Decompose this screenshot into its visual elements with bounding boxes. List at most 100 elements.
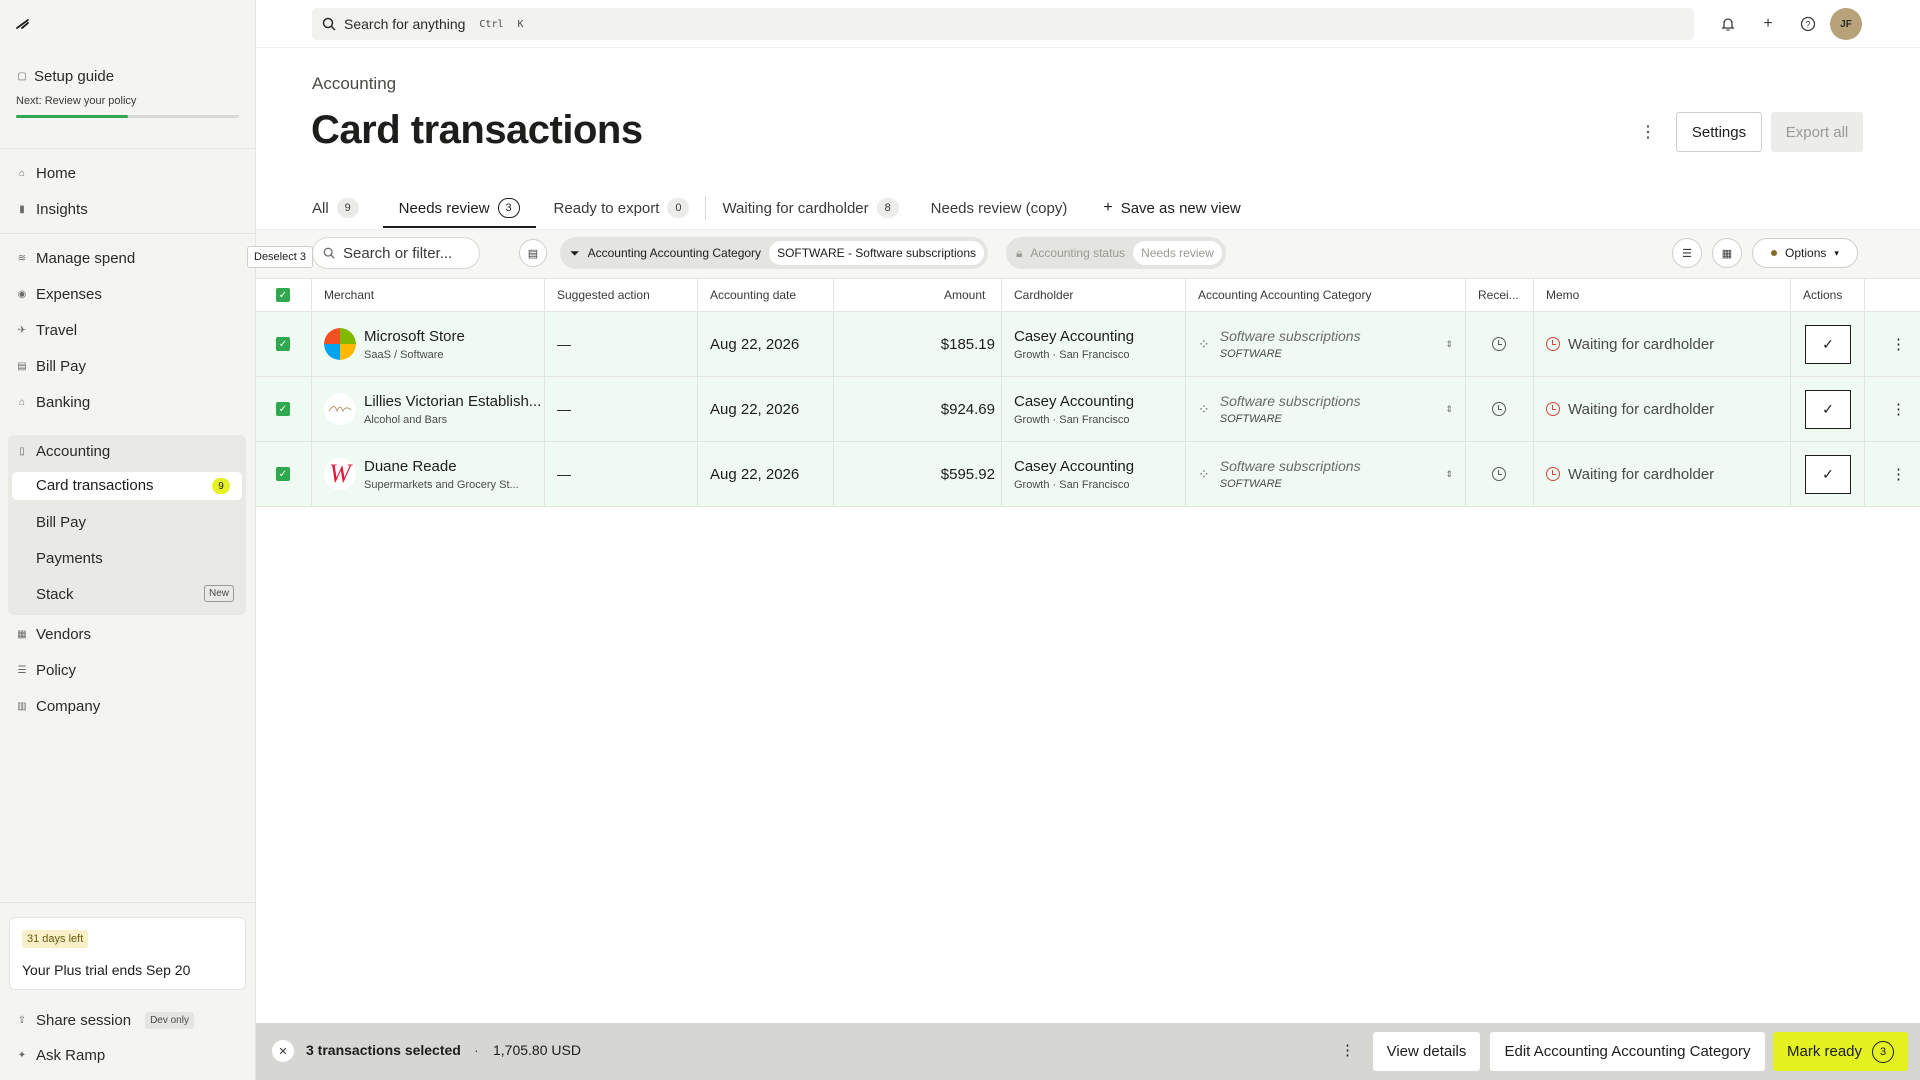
filter-search-input[interactable] bbox=[343, 244, 473, 262]
sidebar-item-policy[interactable]: ☰ Policy bbox=[16, 658, 77, 682]
tab-waiting-for-cardholder[interactable]: Waiting for cardholder 8 bbox=[722, 186, 899, 230]
row-checkbox[interactable]: ✓ bbox=[276, 442, 290, 506]
sidebar-item-home[interactable]: ⌂ Home bbox=[16, 161, 76, 185]
category-name: Software subscriptions bbox=[1219, 328, 1361, 344]
share-icon: ⇪ bbox=[17, 1014, 27, 1026]
row-more-icon[interactable]: ⋮ bbox=[1891, 442, 1906, 506]
tab-all[interactable]: All 9 bbox=[312, 186, 359, 230]
selection-action-bar: ✕ 3 transactions selected · 1,705.80 USD… bbox=[256, 1023, 1920, 1080]
cardholder-cell: Casey Accounting Growth · San Francisco bbox=[1014, 442, 1134, 506]
filter-search[interactable] bbox=[312, 237, 480, 269]
tab-needs-review[interactable]: Needs review 3 bbox=[382, 186, 536, 230]
plus-icon: + bbox=[1103, 199, 1113, 216]
row-more-icon[interactable]: ⋮ bbox=[1891, 377, 1906, 441]
tab-ready-to-export[interactable]: Ready to export 0 bbox=[554, 186, 690, 230]
receipt-clock-icon[interactable] bbox=[1492, 377, 1506, 441]
sidebar-subitem-stack[interactable]: Stack bbox=[36, 582, 74, 606]
view-details-button[interactable]: View details bbox=[1373, 1032, 1480, 1071]
clear-selection-close-icon[interactable]: ✕ bbox=[272, 1040, 294, 1062]
category-select[interactable]: ⁘ Software subscriptions SOFTWARE ⇕ bbox=[1198, 312, 1453, 376]
table-row[interactable]: ✓ Microsoft Store SaaS / Software — Aug … bbox=[256, 312, 1920, 377]
mark-ready-check-button[interactable]: ✓ bbox=[1805, 442, 1851, 506]
settings-button[interactable]: Settings bbox=[1676, 112, 1762, 152]
col-amount[interactable]: Amount bbox=[944, 279, 985, 311]
clock-icon bbox=[1546, 467, 1560, 481]
mark-ready-button[interactable]: Mark ready 3 bbox=[1773, 1032, 1908, 1071]
setup-progress-fill bbox=[16, 115, 128, 118]
mark-ready-check-button[interactable]: ✓ bbox=[1805, 377, 1851, 441]
calendar-filter-icon[interactable]: ▤ bbox=[519, 239, 547, 267]
more-options-icon[interactable]: ⋮ bbox=[1640, 120, 1656, 144]
sidebar-subitem-card-transactions[interactable]: Card transactions 9 bbox=[12, 472, 242, 500]
grip-icon: ⁘ bbox=[1198, 465, 1210, 482]
merchant-category: SaaS / Software bbox=[364, 348, 444, 361]
select-all-checkbox[interactable]: ✓ bbox=[276, 279, 290, 311]
layers-icon: ≋ bbox=[17, 252, 27, 264]
save-as-new-view-button[interactable]: + Save as new view bbox=[1103, 186, 1240, 230]
table-row[interactable]: ✓ W Duane Reade Supermarkets and Grocery… bbox=[256, 442, 1920, 507]
ask-ramp-button[interactable]: ✦ Ask Ramp bbox=[16, 1043, 105, 1067]
global-search[interactable]: Search for anything Ctrl K bbox=[312, 8, 1694, 40]
sidebar-item-bill-pay[interactable]: ▤ Bill Pay bbox=[16, 354, 86, 378]
col-category[interactable]: Accounting Accounting Category bbox=[1198, 279, 1371, 311]
col-actions[interactable]: Actions bbox=[1803, 279, 1842, 311]
merchant-cell[interactable]: Lillies Victorian Establish... Alcohol a… bbox=[324, 377, 541, 441]
row-checkbox[interactable]: ✓ bbox=[276, 377, 290, 441]
sidebar-item-travel[interactable]: ✈ Travel bbox=[16, 318, 77, 342]
tab-label: Needs review (copy) bbox=[930, 199, 1068, 217]
sidebar-item-insights[interactable]: ▮ Insights bbox=[16, 197, 87, 221]
more-actions-icon[interactable]: ⋮ bbox=[1340, 1041, 1355, 1059]
sidebar-item-manage-spend[interactable]: ≋ Manage spend bbox=[16, 246, 135, 270]
receipt-clock-icon[interactable] bbox=[1492, 312, 1506, 376]
plane-icon: ✈ bbox=[17, 324, 27, 336]
chevron-down-icon: ▾ bbox=[1834, 247, 1839, 258]
tab-count: 0 bbox=[667, 198, 690, 218]
sidebar-item-accounting[interactable]: ▯ Accounting bbox=[16, 439, 110, 463]
category-select[interactable]: ⁘ Software subscriptions SOFTWARE ⇕ bbox=[1198, 442, 1453, 506]
sidebar-item-label: Travel bbox=[36, 321, 78, 339]
setup-guide[interactable]: ▢ Setup guide Next: Review your policy bbox=[16, 68, 239, 118]
sidebar-subitem-payments[interactable]: Payments bbox=[36, 546, 103, 570]
merchant-cell[interactable]: W Duane Reade Supermarkets and Grocery S… bbox=[324, 442, 519, 506]
filter-chip-category[interactable]: ⏷ Accounting Accounting Category SOFTWAR… bbox=[560, 237, 988, 269]
col-suggested-action[interactable]: Suggested action bbox=[557, 279, 650, 311]
row-more-icon[interactable]: ⋮ bbox=[1891, 312, 1906, 376]
row-density-icon[interactable]: ☰ bbox=[1672, 238, 1702, 268]
col-memo[interactable]: Memo bbox=[1546, 279, 1579, 311]
col-accounting-date[interactable]: Accounting date bbox=[710, 279, 796, 311]
options-button[interactable]: Options ▾ bbox=[1752, 238, 1858, 268]
receipt-clock-icon[interactable] bbox=[1492, 442, 1506, 506]
help-icon[interactable]: ? bbox=[1798, 14, 1818, 34]
trial-card[interactable]: 31 days left Your Plus trial ends Sep 20 bbox=[9, 917, 246, 990]
sidebar-subitem-bill-pay[interactable]: Bill Pay bbox=[36, 510, 86, 534]
col-merchant[interactable]: Merchant bbox=[324, 279, 374, 311]
bell-icon[interactable] bbox=[1718, 14, 1738, 34]
export-all-button[interactable]: Export all bbox=[1771, 112, 1863, 152]
columns-icon[interactable]: ▦ bbox=[1712, 238, 1742, 268]
plus-icon[interactable]: + bbox=[1758, 14, 1778, 34]
tab-label: All bbox=[312, 199, 329, 217]
breadcrumb[interactable]: Accounting bbox=[312, 74, 396, 94]
row-checkbox[interactable]: ✓ bbox=[276, 312, 290, 376]
ramp-logo[interactable] bbox=[14, 14, 32, 32]
col-cardholder[interactable]: Cardholder bbox=[1014, 279, 1073, 311]
table-row[interactable]: ✓ Lillies Victorian Establish... Alcohol… bbox=[256, 377, 1920, 442]
category-select[interactable]: ⁘ Software subscriptions SOFTWARE ⇕ bbox=[1198, 377, 1453, 441]
mark-ready-check-button[interactable]: ✓ bbox=[1805, 312, 1851, 376]
tab-needs-review-copy[interactable]: Needs review (copy) bbox=[931, 186, 1068, 230]
sidebar-item-vendors[interactable]: ▦ Vendors bbox=[16, 622, 91, 646]
edit-category-button[interactable]: Edit Accounting Accounting Category bbox=[1490, 1032, 1765, 1071]
sidebar-item-company[interactable]: ▥ Company bbox=[16, 694, 100, 718]
sidebar-item-banking[interactable]: ⌂ Banking bbox=[16, 390, 90, 414]
accounting-date: Aug 22, 2026 bbox=[710, 465, 800, 483]
sidebar-item-expenses[interactable]: ◉ Expenses bbox=[16, 282, 102, 306]
tab-label: Needs review bbox=[398, 199, 490, 217]
cardholder-dept: Growth · San Francisco bbox=[1014, 478, 1130, 491]
share-session-button[interactable]: ⇪ Share session Dev only bbox=[16, 1008, 194, 1032]
amount: $595.92 bbox=[940, 465, 995, 483]
walgreens-logo: W bbox=[324, 458, 356, 490]
avatar[interactable]: JF bbox=[1830, 8, 1862, 40]
merchant-cell[interactable]: Microsoft Store SaaS / Software bbox=[324, 312, 465, 376]
check-icon: ✓ bbox=[1805, 454, 1851, 494]
col-receipt[interactable]: Recei... bbox=[1478, 279, 1519, 311]
